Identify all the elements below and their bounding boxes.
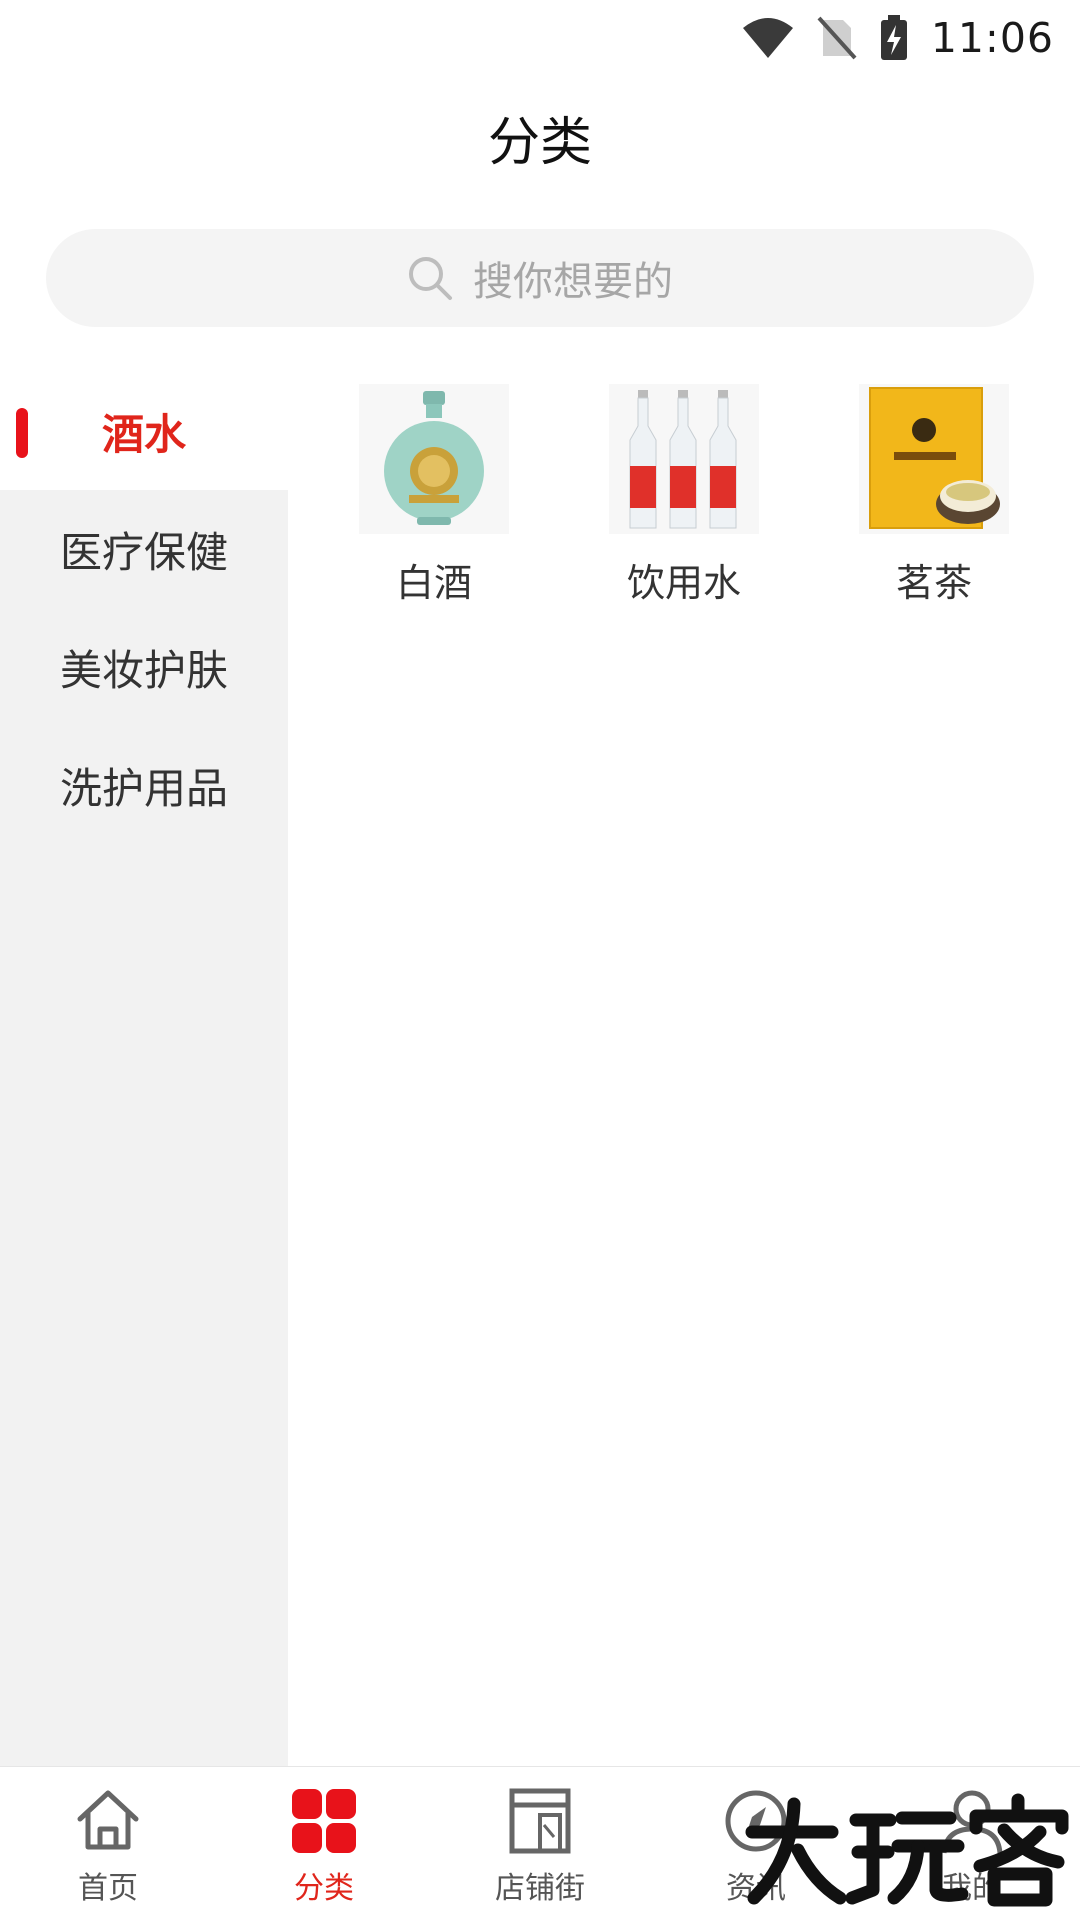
water-bottles-image	[609, 384, 759, 534]
subcategory-water[interactable]: 饮用水	[599, 384, 769, 607]
nav-label: 店铺街	[495, 1871, 585, 1906]
status-time: 11:06	[930, 14, 1054, 62]
nav-label: 分类	[294, 1871, 354, 1906]
nav-store[interactable]: 店铺街	[432, 1767, 648, 1920]
sidebar-item-label: 美妆护肤	[59, 645, 228, 695]
sidebar-item-beauty[interactable]: 美妆护肤	[0, 608, 288, 726]
tea-box-image	[859, 384, 1009, 534]
category-screen: 11:06 分类 搜你想要的 酒水 医疗保健 美妆护肤 洗护用品 白酒 饮用水 …	[0, 0, 1080, 1920]
home-icon	[77, 1790, 139, 1850]
subcategory-baijiu[interactable]: 白酒	[349, 384, 519, 607]
category-grid-icon	[292, 1789, 356, 1853]
nav-category[interactable]: 分类	[216, 1767, 432, 1920]
sidebar-item-liquor[interactable]: 酒水	[0, 372, 288, 490]
sidebar-item-toiletries[interactable]: 洗护用品	[0, 726, 288, 844]
nav-label: 首页	[78, 1871, 138, 1906]
sidebar-item-label: 洗护用品	[59, 763, 228, 813]
status-bar: 11:06	[0, 0, 1080, 76]
status-icons: 11:06	[741, 10, 1054, 66]
sidebar-item-label: 医疗保健	[59, 527, 228, 577]
search-placeholder: 搜你想要的	[473, 259, 673, 305]
battery-charging-icon	[880, 15, 907, 60]
watermark-logo	[745, 1793, 1069, 1907]
active-indicator	[16, 407, 28, 458]
sidebar-item-healthcare[interactable]: 医疗保健	[0, 490, 288, 608]
subcategory-tea[interactable]: 茗茶	[849, 384, 1019, 607]
search-bar[interactable]: 搜你想要的	[46, 229, 1034, 327]
subcategory-label: 饮用水	[626, 561, 741, 605]
nav-home[interactable]: 首页	[0, 1767, 216, 1920]
search-icon	[409, 257, 452, 300]
store-icon	[509, 1788, 571, 1854]
page-title: 分类	[487, 113, 592, 173]
subcategory-grid: 白酒 饮用水 茗茶	[288, 372, 1080, 1766]
no-sim-icon	[817, 16, 857, 60]
sidebar-item-label: 酒水	[101, 409, 186, 459]
subcategory-label: 茗茶	[895, 561, 972, 605]
category-sidebar: 酒水 医疗保健 美妆护肤 洗护用品	[0, 372, 288, 1766]
wifi-icon	[742, 18, 793, 58]
baijiu-bottle-image	[359, 384, 509, 534]
subcategory-label: 白酒	[395, 561, 472, 605]
